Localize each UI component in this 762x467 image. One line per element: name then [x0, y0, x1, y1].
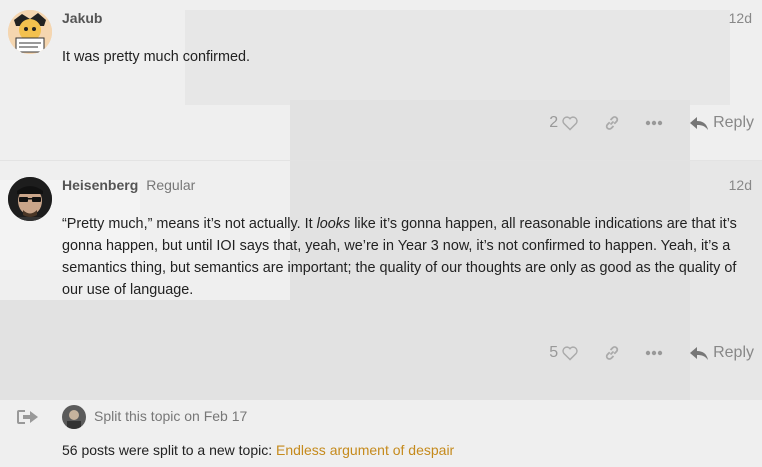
like-button[interactable]: 2 [549, 114, 579, 132]
username-text[interactable]: Heisenberg [62, 177, 138, 193]
split-note-prefix: 56 posts were split to a new topic: [62, 442, 276, 458]
split-note: 56 posts were split to a new topic: Endl… [62, 442, 454, 458]
split-description: Split this topic on Feb 17 [94, 408, 248, 424]
more-actions-button[interactable] [645, 120, 663, 126]
more-actions-button[interactable] [645, 350, 663, 356]
link-icon [605, 346, 619, 360]
ellipsis-icon [645, 120, 663, 126]
avatar[interactable] [62, 405, 86, 429]
ellipsis-icon [645, 350, 663, 356]
post-body: It was pretty much confirmed. [62, 49, 250, 65]
share-link-button[interactable] [603, 344, 621, 362]
username[interactable]: Jakub [62, 10, 102, 26]
moderator-avatar-icon [62, 405, 86, 429]
post-body: “Pretty much,” means it’s not actually. … [62, 213, 752, 301]
cartoon-avatar-icon [8, 10, 52, 54]
like-count: 5 [549, 344, 559, 361]
like-button[interactable]: 5 [549, 344, 579, 362]
split-arrow-icon [17, 408, 39, 431]
heart-icon [562, 346, 578, 361]
post-date[interactable]: 12d [729, 177, 752, 193]
post-heisenberg: Heisenberg Regular 12d “Pretty much,” mea… [0, 160, 762, 390]
heart-icon [562, 116, 578, 131]
new-topic-link[interactable]: Endless argument of despair [276, 442, 454, 458]
reply-arrow-icon [690, 347, 709, 360]
share-link-button[interactable] [603, 114, 621, 132]
post-actions: 5 Reply [549, 341, 754, 365]
like-count: 2 [549, 114, 559, 131]
reply-button[interactable]: Reply [689, 344, 754, 362]
avatar[interactable] [8, 177, 52, 221]
post-actions: 2 Reply [549, 111, 754, 135]
reply-label: Reply [713, 114, 754, 131]
link-icon [605, 116, 619, 130]
post-body-before: “Pretty much,” means it’s not actually. … [62, 216, 317, 232]
reply-button[interactable]: Reply [689, 114, 754, 132]
reply-label: Reply [713, 344, 754, 361]
username-text[interactable]: Jakub [62, 10, 102, 26]
username[interactable]: Heisenberg Regular [62, 177, 195, 193]
sunglasses-avatar-icon [8, 177, 52, 221]
post-date[interactable]: 12d [729, 10, 752, 26]
topic-split-notice: Split this topic on Feb 17 56 posts were… [0, 400, 762, 467]
user-title: Regular [146, 177, 196, 193]
reply-arrow-icon [690, 117, 709, 130]
post-jakub: Jakub 12d It was pretty much confirmed. … [0, 0, 762, 160]
avatar[interactable] [8, 10, 52, 54]
post-body-emphasis: looks [316, 216, 351, 232]
